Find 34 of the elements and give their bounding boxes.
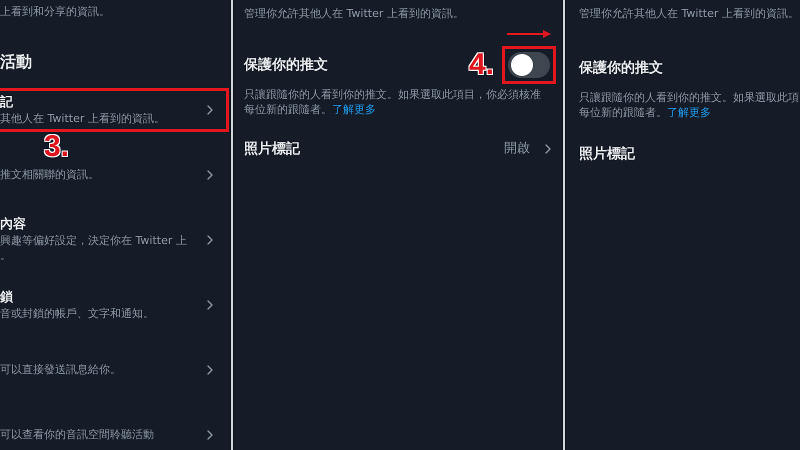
item-description: 其他人在 Twitter 上看到的資訊。 — [0, 110, 165, 126]
setting-description: 只讓跟隨你的人看到你的推文。如果選取此項目，你必須核准 — [244, 87, 542, 102]
setting-title: 保護你的推文 — [579, 58, 663, 78]
item-description: 可以查看你的音訊空間聆聽活動 — [0, 427, 154, 442]
learn-more-link[interactable]: 了解更多 — [332, 103, 376, 116]
arrow-right-icon — [507, 30, 551, 38]
item-description: 推文相關聯的資訊。 — [0, 167, 99, 182]
learn-more-link[interactable]: 了解更多 — [667, 106, 711, 119]
settings-item[interactable]: 鎖 音或封鎖的帳戶、文字和通知。 — [0, 282, 229, 326]
setting-title: 照片標記 — [244, 140, 300, 158]
settings-item[interactable]: 可以直接發送訊息給你。 — [0, 348, 229, 392]
setting-title: 保護你的推文 — [244, 56, 328, 74]
item-title: 內容 — [0, 216, 26, 233]
item-title: 記 — [0, 94, 13, 110]
step-number: 3. — [44, 131, 70, 163]
setting-title: 照片標記 — [579, 144, 635, 164]
item-title: 鎖 — [0, 288, 13, 306]
step-number: 4. — [468, 49, 494, 81]
intro-text: 管理你允許其他人在 Twitter 上看到的資訊。 — [244, 6, 465, 22]
setting-description: 只讓跟隨你的人看到你的推文。如果選取此項 — [579, 90, 800, 105]
intro-text: 管理你允許其他人在 Twitter 上看到的資訊。 — [579, 6, 800, 22]
settings-item[interactable]: 可以查看你的音訊空間聆聽活動 — [0, 412, 229, 450]
settings-item[interactable]: 內容 興趣等偏好設定，決定你在 Twitter 上 。 — [0, 213, 229, 266]
setting-description: 每位新的跟隨者。了解更多 — [579, 105, 712, 120]
setting-description: 每位新的跟隨者。了解更多 — [244, 102, 377, 117]
toggle-switch[interactable] — [508, 52, 550, 78]
item-description: 音或封鎖的帳戶、文字和通知。 — [0, 306, 154, 320]
settings-item[interactable]: 記 其他人在 Twitter 上看到的資訊。 — [0, 88, 229, 132]
section-title: 活動 — [0, 51, 32, 73]
item-description: 。 — [0, 248, 11, 263]
item-description: 興趣等偏好設定，決定你在 Twitter 上 — [0, 233, 187, 248]
intro-text: 上看到和分享的資訊。 — [0, 4, 111, 20]
item-description: 可以直接發送訊息給你。 — [0, 362, 121, 377]
setting-value: 開啟 — [504, 140, 530, 158]
